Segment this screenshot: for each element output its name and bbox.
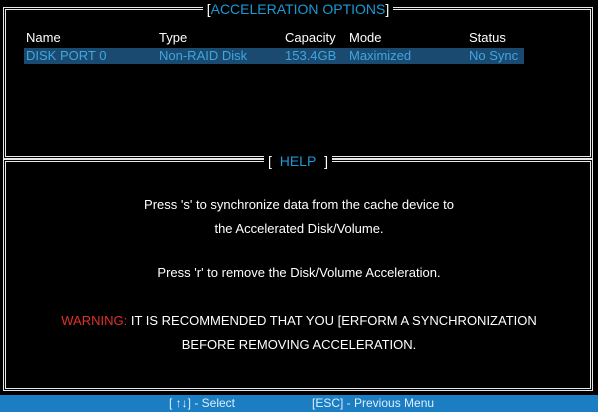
column-header-status: Status xyxy=(469,30,506,45)
warning-line-1: WARNING: IT IS RECOMMENDED THAT YOU [ERF… xyxy=(0,313,598,328)
cell-status: No Sync xyxy=(469,48,519,63)
cell-mode: Maximized xyxy=(349,48,412,63)
esc-key-hint[interactable]: [ESC] - Previous Menu xyxy=(312,395,434,412)
cell-capacity: 153.4GB xyxy=(285,48,337,63)
column-header-type: Type xyxy=(159,30,188,45)
select-key-hint: [ ↑↓] - Select xyxy=(169,396,236,410)
help-bracket-right: ] xyxy=(324,153,328,169)
cell-name: DISK PORT 0 xyxy=(26,48,107,63)
key-hint-footer: [ ↑↓] - Select [ESC] - Previous Menu xyxy=(0,395,598,412)
help-line-2: the Accelerated Disk/Volume. xyxy=(214,221,384,236)
help-bracket-left: [ xyxy=(268,153,272,169)
table-row-disk-port-0[interactable]: DISK PORT 0 Non-RAID Disk 153.4GB Maximi… xyxy=(24,48,524,64)
column-header-mode: Mode xyxy=(349,30,382,45)
help-line-1: Press 's' to synchronize data from the c… xyxy=(144,197,454,212)
acceleration-options-title: ACCELERATION OPTIONS xyxy=(210,1,386,17)
title-bracket-right: ] xyxy=(385,1,390,17)
acceleration-options-title-bar: [ACCELERATION OPTIONS] xyxy=(6,0,590,18)
warning-text: IT IS RECOMMENDED THAT YOU [ERFORM A SYN… xyxy=(130,313,537,328)
help-line-3: Press 'r' to remove the Disk/Volume Acce… xyxy=(157,265,441,280)
cell-type: Non-RAID Disk xyxy=(159,48,248,63)
help-title: HELP xyxy=(279,153,317,169)
help-title-bar: [ HELP ] xyxy=(6,152,590,170)
column-header-name: Name xyxy=(26,30,61,45)
warning-label: WARNING: xyxy=(61,313,128,328)
warning-line-2: BEFORE REMOVING ACCELERATION. xyxy=(181,337,417,352)
column-header-capacity: Capacity xyxy=(285,30,336,45)
